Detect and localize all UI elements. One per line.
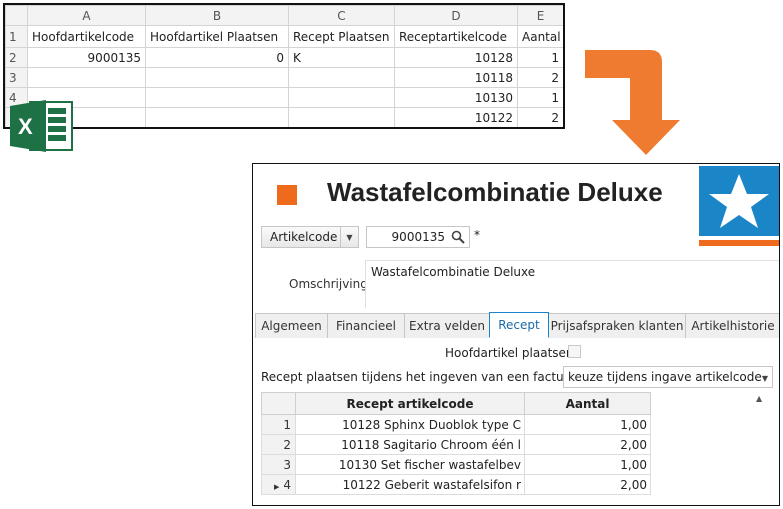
cell-b4[interactable]	[145, 87, 289, 108]
tab-artikelhistorie[interactable]: Artikelhistorie	[685, 313, 779, 338]
recept-artikelcode-cell[interactable]: 10130 Set fischer wastafelbev	[295, 454, 525, 475]
star-icon	[709, 174, 769, 228]
table-row[interactable]: 2 10118 Sagitario Chroom één l 2,00	[261, 434, 651, 455]
title-marker-icon	[277, 185, 297, 205]
column-header-b[interactable]: B	[145, 5, 289, 26]
grid-corner	[261, 392, 296, 415]
cell-e2[interactable]: 1	[517, 47, 563, 68]
chevron-down-icon[interactable]: ▼	[340, 227, 358, 247]
table-row[interactable]: 3 10130 Set fischer wastafelbev 1,00	[261, 454, 651, 475]
cell-b3[interactable]	[145, 67, 289, 88]
cell-b1[interactable]: Hoofdartikel Plaatsen	[145, 25, 289, 48]
tab-prijsafspraken-klanten[interactable]: Prijsafspraken klanten	[548, 313, 686, 338]
sheet-corner[interactable]	[5, 5, 28, 26]
row-number[interactable]: 3	[5, 67, 28, 88]
cell-a3[interactable]	[27, 67, 146, 88]
field-selector-label: Artikelcode	[270, 230, 338, 244]
cell-e1[interactable]: Aantal	[517, 25, 563, 48]
excel-logo-icon: X	[10, 100, 73, 152]
cell-c1[interactable]: Recept Plaatsen	[288, 25, 395, 48]
recept-artikelcode-cell[interactable]: 10118 Sagitario Chroom één l	[295, 434, 525, 455]
article-dialog: Wastafelcombinatie Deluxe Artikelcode ▼ …	[252, 163, 780, 506]
recept-artikelcode-cell[interactable]: 10128 Sphinx Duoblok type C	[295, 414, 525, 435]
row-number: 4	[283, 477, 291, 492]
tab-bar: Algemeen Financieel Extra velden Recept …	[255, 312, 779, 338]
column-header-aantal[interactable]: Aantal	[524, 392, 651, 415]
row-number[interactable]: 1	[5, 25, 28, 48]
curved-arrow-icon	[585, 50, 680, 155]
cell-c3[interactable]	[288, 67, 395, 88]
row-number[interactable]: 2	[261, 434, 296, 455]
cell-b5[interactable]	[145, 107, 289, 127]
cell-c2[interactable]: K	[288, 47, 395, 68]
recept-plaatsen-dropdown[interactable]: keuze tijdens ingave artikelcode ▼	[563, 366, 773, 388]
row-number-current[interactable]: ▶ 4	[261, 474, 296, 495]
tab-extra-velden[interactable]: Extra velden	[404, 313, 490, 338]
chevron-down-icon[interactable]: ▼	[762, 374, 768, 383]
aantal-cell[interactable]: 2,00	[524, 474, 651, 495]
page-title: Wastafelcombinatie Deluxe	[327, 177, 663, 207]
scroll-up-icon[interactable]: ▲	[756, 394, 762, 403]
cell-b2[interactable]: 0	[145, 47, 289, 68]
excel-spreadsheet: A B C D E 1 Hoofdartikelcode Hoofdartike…	[3, 3, 565, 129]
table-row[interactable]: 1 10128 Sphinx Duoblok type C 1,00	[261, 414, 651, 435]
recept-grid: Recept artikelcode Aantal 1 10128 Sphinx…	[261, 392, 651, 495]
column-header-d[interactable]: D	[394, 5, 518, 26]
aantal-cell[interactable]: 1,00	[524, 414, 651, 435]
omschrijving-label: Omschrijving	[289, 277, 368, 291]
column-header-e[interactable]: E	[517, 5, 563, 26]
search-icon[interactable]	[451, 230, 465, 244]
cell-d4[interactable]: 10130	[394, 87, 518, 108]
tab-algemeen[interactable]: Algemeen	[255, 313, 328, 338]
recept-plaatsen-label: Recept plaatsen tijdens het ingeven van …	[261, 370, 607, 384]
brand-box	[699, 166, 779, 236]
required-marker: *	[474, 228, 480, 242]
cell-d5[interactable]: 10122	[394, 107, 518, 127]
aantal-cell[interactable]: 1,00	[524, 454, 651, 475]
recept-plaatsen-value: keuze tijdens ingave artikelcode	[568, 370, 762, 384]
recept-artikelcode-cell[interactable]: 10122 Geberit wastafelsifon r	[295, 474, 525, 495]
column-header-c[interactable]: C	[288, 5, 395, 26]
recept-panel: Hoofdartikel plaatsen Recept plaatsen ti…	[255, 338, 779, 505]
column-header-a[interactable]: A	[27, 5, 146, 26]
cell-e4[interactable]: 1	[517, 87, 563, 108]
vertical-scrollbar[interactable]: ▲	[753, 394, 767, 504]
omschrijving-value: Wastafelcombinatie Deluxe	[371, 265, 536, 279]
cell-c4[interactable]	[288, 87, 395, 108]
row-number[interactable]: 2	[5, 47, 28, 68]
cell-c5[interactable]	[288, 107, 395, 127]
svg-text:X: X	[18, 114, 33, 139]
cell-a1[interactable]: Hoofdartikelcode	[27, 25, 146, 48]
brand-logo	[699, 166, 779, 248]
field-selector-dropdown[interactable]: Artikelcode ▼	[261, 226, 359, 248]
cell-d1[interactable]: Receptartikelcode	[394, 25, 518, 48]
article-code-input[interactable]: 9000135	[366, 226, 470, 248]
tab-recept[interactable]: Recept	[489, 312, 549, 338]
table-row[interactable]: ▶ 4 10122 Geberit wastafelsifon r 2,00	[261, 474, 651, 495]
row-pointer-icon: ▶	[273, 482, 280, 491]
cell-e5[interactable]: 2	[517, 107, 563, 127]
column-header-recept-artikelcode[interactable]: Recept artikelcode	[295, 392, 525, 415]
cell-e3[interactable]: 2	[517, 67, 563, 88]
row-number[interactable]: 1	[261, 414, 296, 435]
cell-d3[interactable]: 10118	[394, 67, 518, 88]
aantal-cell[interactable]: 2,00	[524, 434, 651, 455]
row-number[interactable]: 3	[261, 454, 296, 475]
hoofdartikel-checkbox[interactable]	[568, 345, 581, 358]
article-code-value: 9000135	[391, 230, 445, 244]
brand-bar	[699, 240, 779, 246]
hoofdartikel-label: Hoofdartikel plaatsen	[445, 346, 574, 360]
cell-a2[interactable]: 9000135	[27, 47, 146, 68]
tab-financieel[interactable]: Financieel	[327, 313, 405, 338]
omschrijving-field[interactable]: Wastafelcombinatie Deluxe	[365, 260, 779, 308]
cell-d2[interactable]: 10128	[394, 47, 518, 68]
